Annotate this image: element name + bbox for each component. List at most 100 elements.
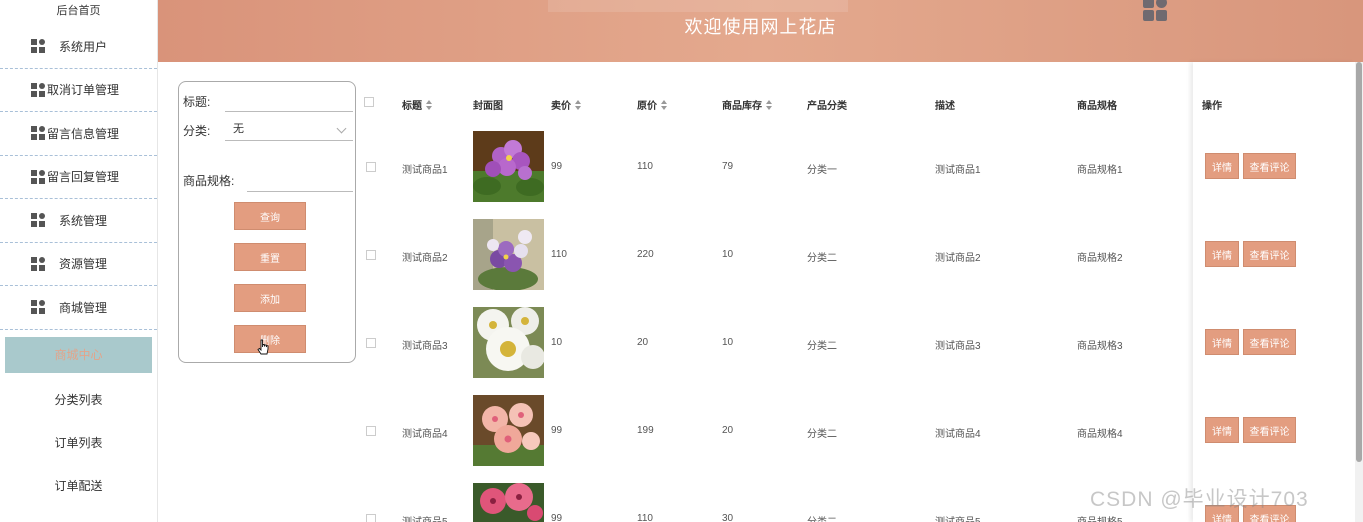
row-original-price: 110 — [637, 161, 653, 172]
row-title: 测试商品1 — [402, 165, 448, 176]
row-desc: 测试商品5 — [935, 513, 981, 522]
category-select[interactable]: 无 — [225, 117, 353, 141]
sidebar-item-system[interactable]: 系统管理 — [0, 199, 157, 243]
col-header-cover: 封面图 — [473, 101, 503, 112]
header-highlight — [548, 0, 848, 12]
operations-column: 操作 详情 查看评论 详情 查看评论 详情 查看评论 详情 查看评论 详情 查看… — [1193, 62, 1355, 522]
row-desc: 测试商品3 — [935, 341, 981, 352]
sidebar-item-label: 系统管理 — [59, 213, 108, 228]
row-price: 10 — [551, 337, 563, 348]
detail-button[interactable]: 详情 — [1205, 329, 1239, 355]
grid-icon — [31, 300, 45, 315]
title-label: 标题: — [183, 95, 211, 109]
view-reviews-button[interactable]: 查看评论 — [1243, 417, 1296, 443]
category-label: 分类: — [183, 124, 211, 138]
add-button[interactable]: 添加 — [234, 284, 306, 312]
sidebar-item-cancel-orders[interactable]: 取消订单管理 — [0, 69, 157, 112]
row-stock: 10 — [722, 337, 734, 348]
grid-icon — [31, 82, 45, 97]
row-original-price: 20 — [637, 337, 649, 348]
sidebar-item-label: 商城管理 — [59, 300, 108, 315]
row-spec: 商品规格2 — [1077, 253, 1123, 264]
sidebar-item-label: 取消订单管理 — [47, 83, 120, 98]
row-stock: 30 — [722, 513, 734, 522]
row-category: 分类二 — [807, 341, 837, 352]
row-desc: 测试商品2 — [935, 253, 981, 264]
sidebar-item-replies[interactable]: 留言回复管理 — [0, 156, 157, 199]
col-header-price[interactable]: 卖价 — [551, 97, 582, 112]
col-header-category: 产品分类 — [807, 101, 847, 112]
view-reviews-button[interactable]: 查看评论 — [1243, 153, 1296, 179]
sidebar-subitem-order-list[interactable]: 订单列表 — [0, 421, 157, 464]
row-stock: 79 — [722, 161, 734, 172]
grid-icon — [31, 256, 45, 271]
header: 欢迎使用网上花店 — [158, 0, 1363, 62]
row-checkbox[interactable] — [366, 426, 376, 436]
detail-button[interactable]: 详情 — [1205, 417, 1239, 443]
view-reviews-button[interactable]: 查看评论 — [1243, 241, 1296, 267]
col-header-original-price[interactable]: 原价 — [637, 97, 668, 112]
sidebar-item-system-users[interactable]: 系统用户 — [0, 25, 157, 69]
sidebar-item-mall[interactable]: 商城管理 — [0, 286, 157, 330]
row-price: 99 — [551, 161, 563, 172]
row-spec: 商品规格4 — [1077, 429, 1123, 440]
detail-button[interactable]: 详情 — [1205, 241, 1239, 267]
reset-button[interactable]: 重置 — [234, 243, 306, 271]
col-header-title[interactable]: 标题 — [402, 97, 433, 112]
row-desc: 测试商品4 — [935, 429, 981, 440]
col-header-stock[interactable]: 商品库存 — [722, 97, 773, 112]
sidebar-item-label: 系统用户 — [59, 39, 108, 54]
row-category: 分类一 — [807, 165, 837, 176]
sort-icon[interactable] — [661, 99, 668, 110]
row-price: 99 — [551, 425, 563, 436]
sort-icon[interactable] — [426, 99, 433, 110]
spec-input[interactable] — [247, 168, 353, 192]
scrollbar-thumb[interactable] — [1356, 62, 1362, 462]
grid-icon — [31, 126, 45, 141]
row-desc: 测试商品1 — [935, 165, 981, 176]
pink-lily-flower-image — [473, 483, 544, 522]
sidebar-item-messages[interactable]: 留言信息管理 — [0, 112, 157, 156]
sidebar-subitem-mall-center[interactable]: 商城中心 — [5, 336, 152, 373]
row-original-price: 110 — [637, 513, 653, 522]
row-title: 测试商品2 — [402, 253, 448, 264]
violet-flower-image — [473, 131, 544, 202]
row-category: 分类二 — [807, 429, 837, 440]
row-checkbox[interactable] — [366, 338, 376, 348]
main-content: 标题: 分类: 无 商品规格: 查询 重置 添加 删除 标题 封面图 卖价 原价… — [158, 62, 1355, 522]
sort-icon[interactable] — [575, 99, 582, 110]
col-header-desc: 描述 — [935, 101, 955, 112]
sidebar-item-label: 留言信息管理 — [47, 126, 120, 141]
col-header-ops: 操作 — [1202, 101, 1222, 112]
row-checkbox[interactable] — [366, 250, 376, 260]
watermark: CSDN @毕业设计703 — [1090, 488, 1309, 511]
grid-icon — [31, 39, 45, 54]
query-button[interactable]: 查询 — [234, 202, 306, 230]
row-stock: 20 — [722, 425, 734, 436]
vertical-scrollbar[interactable] — [1355, 62, 1363, 522]
sidebar-home[interactable]: 后台首页 — [0, 0, 157, 25]
sidebar-item-resources[interactable]: 资源管理 — [0, 243, 157, 286]
row-stock: 10 — [722, 249, 734, 260]
sort-icon[interactable] — [766, 99, 773, 110]
row-category: 分类二 — [807, 253, 837, 264]
page-title: 欢迎使用网上花店 — [684, 17, 837, 37]
col-header-spec: 商品规格 — [1077, 101, 1117, 112]
view-reviews-button[interactable]: 查看评论 — [1243, 329, 1296, 355]
user-menu-icon[interactable] — [1142, 0, 1168, 22]
grid-icon — [31, 169, 45, 184]
sidebar: 后台首页 系统用户 取消订单管理 留言信息管理 留言回复管理 系统管理 资源管理… — [0, 0, 158, 522]
app-window: 后台首页 系统用户 取消订单管理 留言信息管理 留言回复管理 系统管理 资源管理… — [0, 0, 1363, 522]
pink-lily-flower-image — [473, 395, 544, 466]
chevron-down-icon — [336, 123, 347, 134]
row-checkbox[interactable] — [366, 514, 376, 522]
sidebar-subitem-category-list[interactable]: 分类列表 — [0, 378, 157, 421]
select-all-checkbox[interactable] — [364, 97, 374, 107]
title-input[interactable] — [225, 88, 353, 112]
sidebar-subitem-order-delivery[interactable]: 订单配送 — [0, 464, 157, 507]
spec-label: 商品规格: — [183, 174, 235, 188]
detail-button[interactable]: 详情 — [1205, 153, 1239, 179]
row-checkbox[interactable] — [366, 162, 376, 172]
category-select-value: 无 — [233, 123, 244, 135]
sidebar-item-label: 资源管理 — [59, 257, 108, 272]
